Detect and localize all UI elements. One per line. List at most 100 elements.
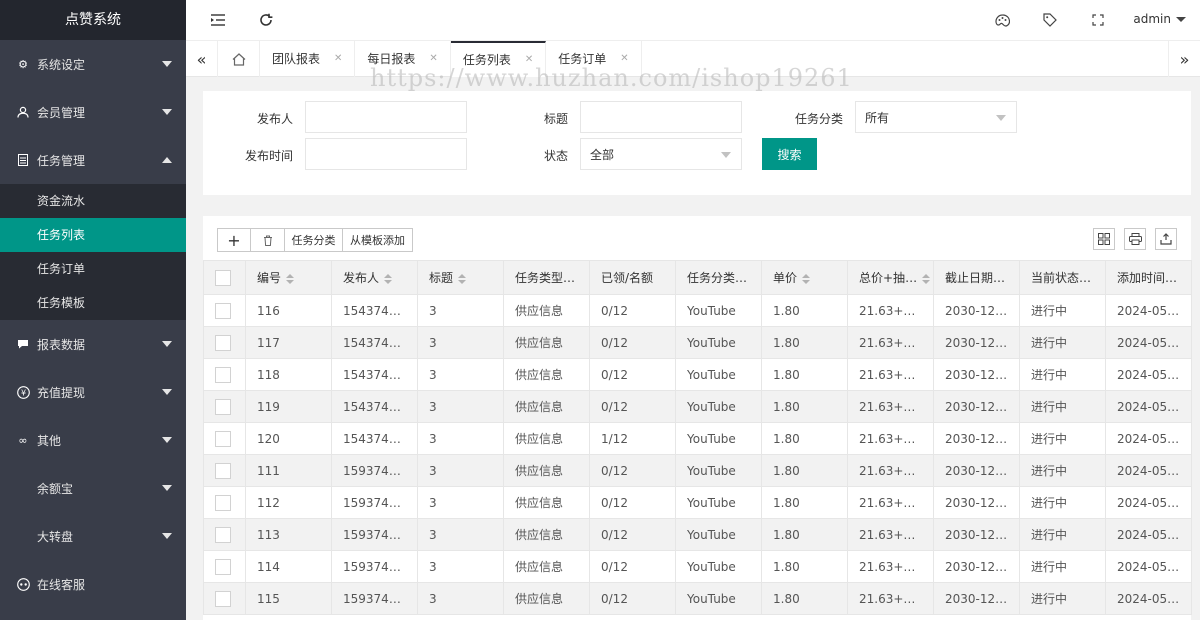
sort-icon[interactable]	[922, 273, 931, 284]
row-select-cell[interactable]	[203, 422, 246, 455]
add-button[interactable]: +	[217, 228, 251, 252]
tab-daily-report[interactable]: 每日报表 ✕	[355, 41, 451, 77]
category-select[interactable]: 所有	[855, 101, 1017, 133]
checkbox[interactable]	[215, 494, 231, 511]
checkbox[interactable]	[215, 590, 231, 607]
sort-icon[interactable]	[802, 273, 811, 284]
tab-scroll-left-icon[interactable]: «	[186, 41, 218, 77]
sidebar-item-member-management[interactable]: 会员管理	[0, 88, 186, 136]
search-button[interactable]: 搜索	[762, 138, 817, 170]
table-row[interactable]: 116 1543745… 3 供应信息 0/12 YouTube 1.80 21.63+0.……	[203, 294, 1192, 327]
table-row[interactable]: 114 1593745… 3 供应信息 0/12 YouTube 1.80 21.63+0.……	[203, 550, 1192, 583]
document-icon	[16, 153, 30, 167]
sidebar-item-yuebao[interactable]: 余额宝	[0, 464, 186, 512]
close-icon[interactable]: ✕	[429, 41, 437, 77]
close-icon[interactable]: ✕	[620, 41, 628, 77]
sidebar-subitem-task-templates[interactable]: 任务模板	[0, 286, 186, 320]
status-select[interactable]: 全部	[580, 138, 742, 170]
cell-task-type: 供应信息	[503, 390, 590, 423]
tab-task-list[interactable]: 任务列表 ✕	[450, 41, 547, 77]
sidebar-item-system-settings[interactable]: ⚙ 系统设定	[0, 40, 186, 88]
columns-filter-icon[interactable]	[1093, 228, 1115, 250]
checkbox[interactable]	[215, 302, 231, 319]
column-header-task-type[interactable]: 任务类型…	[503, 260, 590, 295]
cell-status: 进行中	[1019, 550, 1106, 583]
row-select-cell[interactable]	[203, 518, 246, 551]
delete-button[interactable]	[250, 228, 285, 252]
svg-text:¥: ¥	[20, 388, 25, 397]
column-header-title[interactable]: 标题	[417, 260, 504, 295]
sort-icon[interactable]	[286, 273, 295, 284]
checkbox[interactable]	[215, 558, 231, 575]
cell-created: 2024-05…	[1105, 294, 1192, 327]
column-header-category[interactable]: 任务分类…	[675, 260, 762, 295]
cell-publisher: 1593745…	[331, 518, 418, 551]
checkbox[interactable]	[215, 334, 231, 351]
add-from-template-button[interactable]: 从模板添加	[342, 228, 413, 252]
checkbox[interactable]	[215, 526, 231, 543]
table-row[interactable]: 119 1543745… 3 供应信息 0/12 YouTube 1.80 21.63+0.……	[203, 390, 1192, 423]
column-header-status[interactable]: 当前状态…	[1019, 260, 1106, 295]
sidebar-item-recharge-withdraw[interactable]: ¥ 充值提现	[0, 368, 186, 416]
sidebar-item-label: 任务管理	[37, 153, 86, 168]
row-select-cell[interactable]	[203, 294, 246, 327]
home-tab-icon[interactable]	[218, 41, 260, 77]
close-icon[interactable]: ✕	[525, 43, 533, 77]
tab-task-orders[interactable]: 任务订单 ✕	[546, 41, 642, 77]
row-select-cell[interactable]	[203, 326, 246, 359]
column-header-id[interactable]: 编号	[245, 260, 332, 295]
sidebar-subitem-task-list[interactable]: 任务列表	[0, 218, 186, 252]
refresh-icon[interactable]	[258, 12, 274, 28]
column-header-deadline[interactable]: 截止日期…	[933, 260, 1020, 295]
column-header-publisher[interactable]: 发布人	[331, 260, 418, 295]
fullscreen-icon[interactable]	[1090, 12, 1106, 28]
sidebar-item-online-support[interactable]: 在线客服	[0, 560, 186, 608]
table-row[interactable]: 112 1593745… 3 供应信息 0/12 YouTube 1.80 21.63+0.……	[203, 486, 1192, 519]
sort-icon[interactable]	[458, 273, 467, 284]
row-select-cell[interactable]	[203, 390, 246, 423]
user-menu[interactable]: admin	[1133, 12, 1186, 26]
table-row[interactable]: 117 1543745… 3 供应信息 0/12 YouTube 1.80 21.63+0.……	[203, 326, 1192, 359]
tab-scroll-right-icon[interactable]: »	[1168, 41, 1200, 77]
checkbox[interactable]	[215, 430, 231, 447]
row-select-cell[interactable]	[203, 486, 246, 519]
table-row[interactable]: 111 1593745… 3 供应信息 0/12 YouTube 1.80 21.63+0.……	[203, 454, 1192, 487]
column-header-created[interactable]: 添加时间…	[1105, 260, 1192, 295]
collapse-menu-icon[interactable]	[210, 12, 226, 28]
column-header-unit-price[interactable]: 单价	[761, 260, 848, 295]
publish-time-input[interactable]	[305, 138, 467, 170]
sort-icon[interactable]	[384, 273, 393, 284]
row-select-cell[interactable]	[203, 582, 246, 615]
checkbox[interactable]	[215, 462, 231, 479]
publisher-input[interactable]	[305, 101, 467, 133]
task-category-button[interactable]: 任务分类	[284, 228, 343, 252]
table-row[interactable]: 120 1543745… 3 供应信息 1/12 YouTube 1.80 21.63+0.……	[203, 422, 1192, 455]
row-select-cell[interactable]	[203, 550, 246, 583]
title-input[interactable]	[580, 101, 742, 133]
table-row[interactable]: 113 1593745… 3 供应信息 0/12 YouTube 1.80 21.63+0.……	[203, 518, 1192, 551]
tab-team-report[interactable]: 团队报表 ✕	[260, 41, 356, 77]
close-icon[interactable]: ✕	[334, 41, 342, 77]
cell-unit-price: 1.80	[761, 390, 848, 423]
row-select-cell[interactable]	[203, 454, 246, 487]
row-select-cell[interactable]	[203, 358, 246, 391]
chevron-down-icon	[162, 109, 172, 115]
sidebar-item-report-data[interactable]: 报表数据	[0, 320, 186, 368]
sidebar-subitem-task-orders[interactable]: 任务订单	[0, 252, 186, 286]
sidebar-subitem-fund-flow[interactable]: 资金流水	[0, 184, 186, 218]
table-row[interactable]: 118 1543745… 3 供应信息 0/12 YouTube 1.80 21.63+0.……	[203, 358, 1192, 391]
table-row[interactable]: 115 1593745… 3 供应信息 0/12 YouTube 1.80 21.63+0.……	[203, 582, 1192, 615]
sidebar-item-label: 其他	[37, 433, 62, 448]
checkbox[interactable]	[215, 366, 231, 383]
column-header-total[interactable]: 总价+抽水	[847, 260, 934, 295]
sidebar-item-task-management[interactable]: 任务管理	[0, 136, 186, 184]
header-select-all[interactable]	[203, 260, 246, 295]
export-icon[interactable]	[1155, 228, 1177, 250]
sidebar-item-lucky-wheel[interactable]: 大转盘	[0, 512, 186, 560]
print-icon[interactable]	[1124, 228, 1146, 250]
sidebar-item-other[interactable]: ∞ 其他	[0, 416, 186, 464]
checkbox[interactable]	[215, 398, 231, 415]
checkbox[interactable]	[215, 269, 231, 286]
tag-icon[interactable]	[1042, 12, 1058, 28]
theme-icon[interactable]	[994, 12, 1010, 28]
